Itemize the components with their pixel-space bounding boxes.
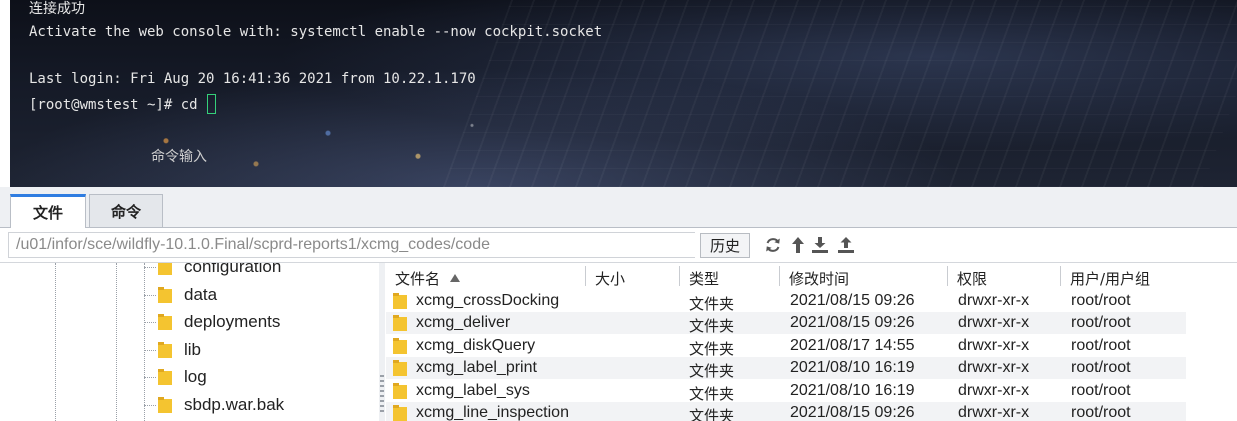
file-modified: 2021/08/15 09:26 [790,314,915,331]
column-separator[interactable] [947,266,948,286]
folder-icon [393,360,407,376]
file-permission: drwxr-xr-x [958,292,1030,309]
folder-icon [393,293,407,309]
terminal-line-status: 连接成功 [29,1,85,17]
file-permission: drwxr-xr-x [958,359,1030,376]
tree-guide-line [55,263,56,421]
tab-bar: 文件 命令 [0,187,1237,228]
file-name: xcmg_label_sys [416,382,530,399]
tree-item-data[interactable]: data [144,283,218,307]
folder-icon [393,383,407,399]
folder-icon [393,338,407,354]
sort-ascending-icon [450,274,461,282]
file-modified: 2021/08/15 09:26 [790,404,915,421]
file-name: xcmg_deliver [416,314,511,331]
column-header-modified[interactable]: 修改时间 [789,268,849,289]
tree-item-label: log [184,367,207,386]
folder-icon [158,263,172,275]
file-list-header: 文件名 大小 类型 修改时间 权限 用户/用户组 [386,263,1237,291]
file-owner: root/root [1071,359,1131,376]
file-row[interactable]: xcmg_crossDocking 文件夹 2021/08/15 09:26 d… [386,290,1186,313]
file-owner: root/root [1071,337,1131,354]
file-type: 文件夹 [689,385,735,403]
terminal-prompt-line[interactable]: [root@wmstest ~]# cd [29,94,217,114]
file-permission: drwxr-xr-x [958,314,1030,331]
column-header-owner[interactable]: 用户/用户组 [1070,268,1150,289]
tree-item-label: sbdp.war.bak [184,395,285,414]
file-row[interactable]: xcmg_label_sys 文件夹 2021/08/10 16:19 drwx… [386,380,1186,403]
file-name: xcmg_line_inspection [416,404,569,421]
file-owner: root/root [1071,292,1131,309]
file-type: 文件夹 [689,362,735,380]
file-permission: drwxr-xr-x [958,337,1030,354]
file-list[interactable]: 文件名 大小 类型 修改时间 权限 用户/用户组 xcmg_crossDocki… [386,263,1237,421]
tab-command[interactable]: 命令 [89,194,163,227]
command-input-hint[interactable]: 命令输入 [151,146,207,166]
terminal-prompt-text: [root@wmstest ~]# cd [29,97,207,113]
file-type: 文件夹 [689,407,735,421]
directory-tree[interactable]: configuration data deployments lib log s… [10,263,381,421]
file-owner: root/root [1071,382,1131,399]
upload-icon[interactable] [836,235,856,255]
tree-item-deployments[interactable]: deployments [144,310,281,334]
tree-item-label: deployments [184,312,281,331]
history-button[interactable]: 历史 [700,233,750,258]
file-permission: drwxr-xr-x [958,382,1030,399]
file-row[interactable]: xcmg_label_print 文件夹 2021/08/10 16:19 dr… [386,357,1186,380]
column-header-size[interactable]: 大小 [595,268,625,289]
tree-item-label: lib [184,340,202,359]
tree-item-configuration[interactable]: configuration [144,263,282,279]
column-header-permission[interactable]: 权限 [957,268,987,289]
file-name: xcmg_crossDocking [416,292,560,309]
folder-icon [393,315,407,331]
download-icon[interactable] [810,235,830,255]
folder-icon [158,342,172,358]
file-type: 文件夹 [689,295,735,313]
tree-item-sbdp-war-bak[interactable]: sbdp.war.bak [144,393,285,417]
terminal-line-last-login: Last login: Fri Aug 20 16:41:36 2021 fro… [29,71,476,87]
column-header-name[interactable]: 文件名 [395,268,461,289]
file-modified: 2021/08/17 14:55 [790,337,915,354]
terminal-cursor [207,94,217,114]
file-owner: root/root [1071,314,1131,331]
file-row[interactable]: xcmg_line_inspection 文件夹 2021/08/15 09:2… [386,402,1186,421]
folder-icon [158,314,172,330]
file-row[interactable]: xcmg_deliver 文件夹 2021/08/15 09:26 drwxr-… [386,312,1186,335]
tree-guide-line [144,263,145,421]
folder-icon [393,405,407,421]
file-modified: 2021/08/10 16:19 [790,359,915,376]
file-name: xcmg_label_print [416,359,537,376]
column-separator[interactable] [1060,266,1061,286]
tree-item-label: data [184,285,218,304]
up-arrow-icon[interactable] [788,235,808,255]
refresh-icon[interactable] [763,235,783,255]
tree-item-lib[interactable]: lib [144,338,202,362]
column-separator[interactable] [679,266,680,286]
path-toolbar: /u01/infor/sce/wildfly-10.1.0.Final/scpr… [0,228,1237,263]
file-name: xcmg_diskQuery [416,337,536,354]
file-type: 文件夹 [689,340,735,358]
file-permission: drwxr-xr-x [958,404,1030,421]
splitter-grip[interactable] [380,375,384,415]
file-type: 文件夹 [689,317,735,335]
folder-icon [158,369,172,385]
column-separator[interactable] [585,266,586,286]
terminal-line-cockpit: Activate the web console with: systemctl… [29,24,603,40]
tree-item-log[interactable]: log [144,365,207,389]
file-owner: root/root [1071,404,1131,421]
file-row[interactable]: xcmg_diskQuery 文件夹 2021/08/17 14:55 drwx… [386,335,1186,358]
folder-icon [158,287,172,303]
terminal-panel[interactable]: 连接成功 Activate the web console with: syst… [10,0,1237,187]
file-modified: 2021/08/10 16:19 [790,382,915,399]
file-modified: 2021/08/15 09:26 [790,292,915,309]
column-separator[interactable] [779,266,780,286]
path-input[interactable]: /u01/infor/sce/wildfly-10.1.0.Final/scpr… [8,232,695,258]
tree-guide-line [116,263,117,421]
tab-files[interactable]: 文件 [10,194,86,228]
folder-icon [158,397,172,413]
column-header-type[interactable]: 类型 [689,268,719,289]
tree-item-label: configuration [184,263,282,276]
